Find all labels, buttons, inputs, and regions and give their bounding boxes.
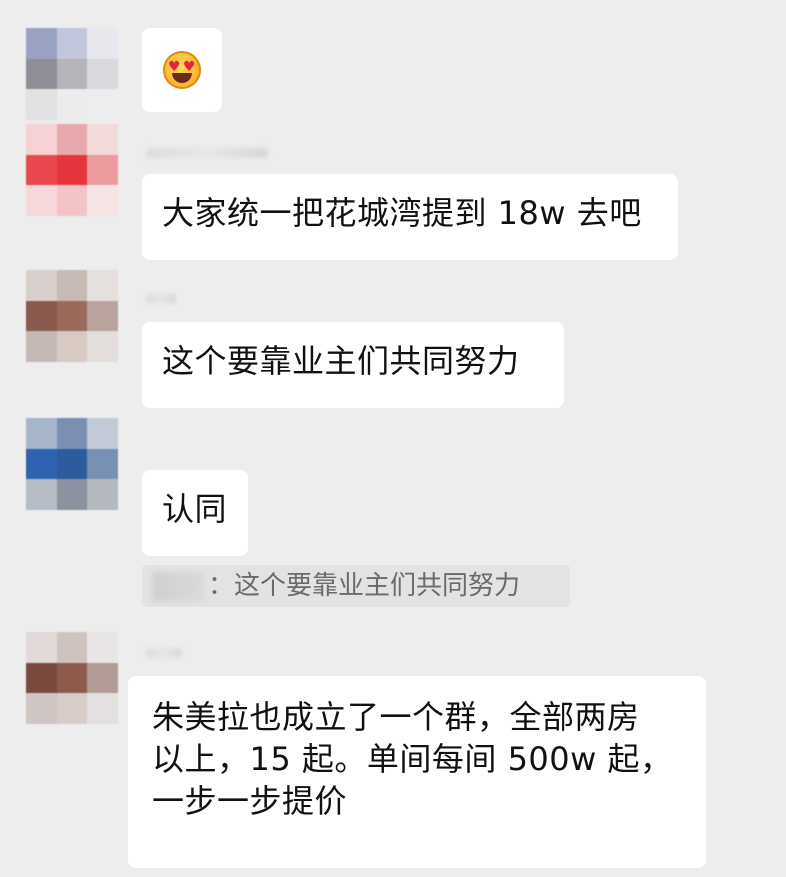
quoted-sender-name xyxy=(152,571,204,602)
message-line: 朱美拉也成立了一个群，全部两房 xyxy=(152,698,640,736)
avatar[interactable] xyxy=(26,124,118,216)
avatar[interactable] xyxy=(26,632,118,724)
heart-eyes-emoji-icon: ♥ ♥ xyxy=(163,51,201,89)
heart-icon: ♥ xyxy=(168,59,182,75)
sender-name xyxy=(146,294,176,304)
quote-separator: ： xyxy=(208,571,235,601)
quoted-reply[interactable]: ：这个要靠业主们共同努力 xyxy=(142,565,570,607)
message-bubble[interactable]: 大家统一把花城湾提到 18w 去吧 xyxy=(142,174,678,260)
message-text: 大家统一把花城湾提到 18w 去吧 xyxy=(162,194,642,232)
message-bubble[interactable]: 认同 xyxy=(142,470,248,556)
mouth xyxy=(172,73,192,83)
message-bubble[interactable]: ♥ ♥ xyxy=(142,28,222,112)
avatar[interactable] xyxy=(26,28,118,120)
sender-name xyxy=(146,148,268,158)
message-line: 以上，15 起。单间每间 500w 起， xyxy=(152,740,673,778)
avatar[interactable] xyxy=(26,270,118,362)
heart-icon: ♥ xyxy=(182,59,196,75)
quote-text: 这个要靠业主们共同努力 xyxy=(234,571,521,601)
avatar[interactable] xyxy=(26,418,118,510)
sender-name xyxy=(146,648,182,658)
message-text: 认同 xyxy=(162,490,228,528)
message-line: 一步一步提价 xyxy=(152,782,348,820)
message-bubble[interactable]: 这个要靠业主们共同努力 xyxy=(142,322,564,408)
message-bubble[interactable]: 朱美拉也成立了一个群，全部两房 以上，15 起。单间每间 500w 起， 一步一… xyxy=(128,676,706,868)
message-text: 这个要靠业主们共同努力 xyxy=(162,342,520,380)
